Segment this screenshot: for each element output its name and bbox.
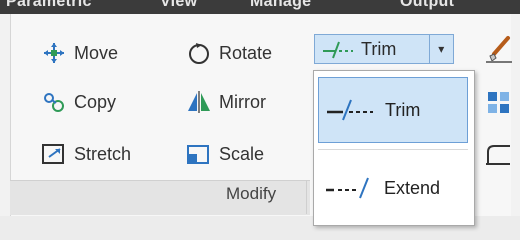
dropdown-item-label: Extend [384,177,441,198]
ribbon-tab-strip: Parametric View Manage Output [0,0,520,14]
scale-label: Scale [219,143,265,164]
dropdown-item-extend[interactable]: Extend [318,155,468,221]
trim-split-button[interactable]: Trim ▾ [314,34,454,64]
trim-icon [321,36,355,62]
scale-button[interactable]: Scale [185,141,264,167]
trim-label: Trim [361,38,397,59]
trim-icon [325,97,375,123]
mirror-icon [185,89,213,115]
rotate-icon [185,40,213,66]
trim-extend-dropdown: Trim Extend [313,70,475,226]
dropdown-divider [318,149,468,150]
trim-dropdown-arrow[interactable]: ▾ [429,34,454,64]
mirror-label: Mirror [219,91,266,112]
mirror-button[interactable]: Mirror [185,89,266,115]
stretch-icon [40,141,68,167]
tab-parametric[interactable]: Parametric [6,0,92,11]
tab-view[interactable]: View [160,0,197,11]
extend-icon [324,175,374,201]
move-label: Move [74,42,119,63]
rotate-label: Rotate [219,42,273,63]
tab-manage[interactable]: Manage [250,0,311,11]
copy-label: Copy [74,91,117,112]
array-icon[interactable] [482,86,516,116]
brush-icon[interactable] [482,34,516,64]
stretch-button[interactable]: Stretch [40,141,131,167]
move-icon [40,40,68,66]
dropdown-item-trim[interactable]: Trim [318,77,468,143]
tab-output[interactable]: Output [400,0,454,11]
stretch-label: Stretch [74,143,132,164]
copy-button[interactable]: Copy [40,89,116,115]
panel-title[interactable]: Modify [226,184,276,204]
fillet-icon[interactable] [482,140,516,170]
move-button[interactable]: Move [40,40,118,66]
chevron-down-icon: ▾ [438,42,445,56]
trim-button[interactable]: Trim [314,34,430,64]
rotate-button[interactable]: Rotate [185,40,272,66]
panel-divider [306,180,307,214]
dropdown-item-label: Trim [385,99,421,120]
scale-icon [185,141,213,167]
copy-icon [40,89,68,115]
